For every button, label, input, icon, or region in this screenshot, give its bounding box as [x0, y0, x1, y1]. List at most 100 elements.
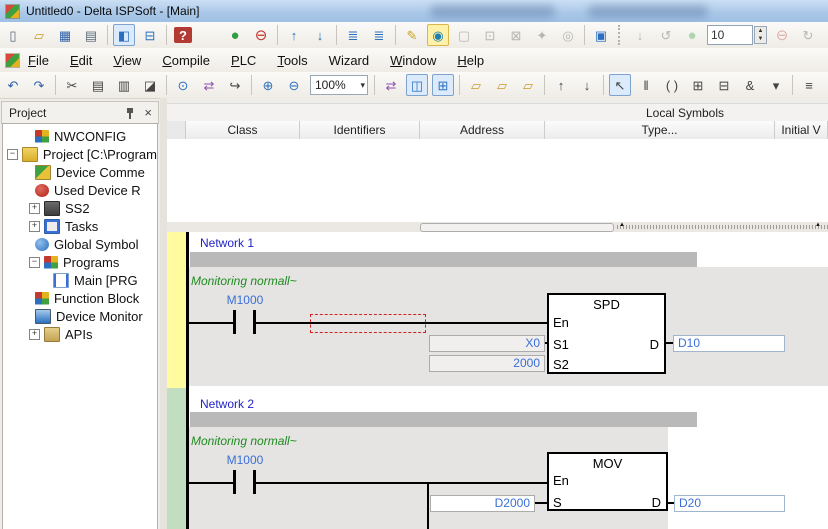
- coil-icon[interactable]: ( ): [661, 74, 683, 96]
- address-symbol-toggle-icon[interactable]: ⇄: [380, 74, 402, 96]
- sidebar-item-nwconfig[interactable]: NWCONFIG: [3, 127, 157, 145]
- network-comment-view-icon[interactable]: ⊞: [432, 74, 454, 96]
- spin-down-icon[interactable]: ▼: [755, 35, 766, 43]
- collapse-icon[interactable]: −: [7, 149, 18, 160]
- network1-label[interactable]: Network 1: [200, 236, 254, 250]
- menu-compile[interactable]: Compile: [160, 51, 212, 70]
- copy-icon[interactable]: ▤: [87, 74, 109, 96]
- zoom-out-icon[interactable]: ⊖: [283, 74, 305, 96]
- selection-mode-icon[interactable]: ↖: [609, 74, 631, 96]
- new-file-icon[interactable]: ▯: [2, 24, 24, 46]
- cut-icon[interactable]: ✂: [61, 74, 83, 96]
- menu-help[interactable]: Help: [455, 51, 486, 70]
- apply-instruction-icon[interactable]: ⊞: [687, 74, 709, 96]
- insert-network-below-icon[interactable]: ↓: [576, 74, 598, 96]
- redo-icon[interactable]: ↷: [28, 74, 50, 96]
- expand-icon[interactable]: +: [29, 221, 40, 232]
- column-header-address[interactable]: Address: [420, 121, 545, 139]
- network1-margin[interactable]: [167, 232, 186, 388]
- spin-up-icon[interactable]: ▲: [755, 27, 766, 35]
- sidebar-item-programs[interactable]: −Programs: [3, 253, 157, 271]
- network2-margin[interactable]: [167, 388, 186, 529]
- print-icon[interactable]: ▤: [80, 24, 102, 46]
- function-block-icon[interactable]: ⊟: [713, 74, 735, 96]
- column-header-type[interactable]: Type...: [545, 121, 775, 139]
- operand-input-s1[interactable]: X0: [429, 335, 545, 352]
- operand-output-d[interactable]: D20: [674, 495, 785, 512]
- jump-up-icon[interactable]: ▲: [824, 74, 828, 96]
- sidebar-item-main-prg[interactable]: Main [PRG: [3, 271, 157, 289]
- erase-icon[interactable]: ◪: [139, 74, 161, 96]
- sidebar-item-apis[interactable]: +APIs: [3, 325, 157, 343]
- menu-view[interactable]: View: [111, 51, 143, 70]
- zoom-level-select[interactable]: 100%▾: [310, 75, 368, 95]
- splitter-handle[interactable]: [617, 225, 828, 229]
- find-icon[interactable]: ⊙: [172, 74, 194, 96]
- download-to-plc-icon[interactable]: ↑: [283, 24, 305, 46]
- window-left-layout-icon[interactable]: ◧: [113, 24, 135, 46]
- sidebar-item-project-c-program[interactable]: −Project [C:\Program: [3, 145, 157, 163]
- help-book-icon[interactable]: ?: [174, 27, 192, 43]
- upload-from-plc-icon[interactable]: ↓: [309, 24, 331, 46]
- pin-icon[interactable]: [125, 107, 136, 119]
- sidebar-item-used-device-r[interactable]: Used Device R: [3, 181, 157, 199]
- online-monitor-icon[interactable]: ◉: [427, 24, 449, 46]
- title-bar[interactable]: Untitled0 - Delta ISPSoft - [Main]: [0, 0, 828, 23]
- transfer-count-spinbox[interactable]: ▲▼: [707, 25, 767, 45]
- contact-operand-label[interactable]: M1000: [215, 453, 275, 467]
- export-pou-icon[interactable]: ▱: [517, 74, 539, 96]
- symbol-table-view-icon[interactable]: ◫: [406, 74, 428, 96]
- chevron-down-icon[interactable]: ▾: [358, 80, 367, 91]
- horizontal-scrollbar-thumb[interactable]: [420, 223, 614, 232]
- network1-comment-bar[interactable]: [190, 252, 697, 267]
- transfer-count-value[interactable]: [707, 25, 753, 45]
- edit-mode-icon[interactable]: ✎: [401, 24, 423, 46]
- contact-icon[interactable]: ‖: [635, 74, 657, 96]
- menu-plc[interactable]: PLC: [229, 51, 258, 70]
- instruction-dropdown-icon[interactable]: ▾: [765, 74, 787, 96]
- contact-symbol[interactable]: [233, 470, 236, 494]
- compare-icon[interactable]: ≡: [798, 74, 820, 96]
- menu-file[interactable]: File: [26, 51, 51, 70]
- system-log-icon[interactable]: ≣: [342, 24, 364, 46]
- menu-tools[interactable]: Tools: [275, 51, 309, 70]
- sidebar-item-ss2[interactable]: +SS2: [3, 199, 157, 217]
- edit-cursor[interactable]: [310, 314, 426, 333]
- sidebar-item-tasks[interactable]: +Tasks: [3, 217, 157, 235]
- stop-simulator-icon[interactable]: ⊖: [250, 24, 272, 46]
- save-icon[interactable]: ▦: [54, 24, 76, 46]
- column-header-identifiers[interactable]: Identifiers: [300, 121, 420, 139]
- spd-function-block[interactable]: SPD En S1 S2 D: [547, 293, 666, 374]
- menu-window[interactable]: Window: [388, 51, 438, 70]
- simulator-icon[interactable]: ●: [224, 24, 246, 46]
- close-icon[interactable]: ×: [142, 108, 154, 118]
- column-header-initialv[interactable]: Initial V: [775, 121, 828, 139]
- table-ladder-splitter[interactable]: ▲ ▲: [167, 222, 828, 232]
- sidebar-item-function-block[interactable]: Function Block: [3, 289, 157, 307]
- expand-icon[interactable]: +: [29, 203, 40, 214]
- row-header-column[interactable]: [167, 121, 186, 139]
- paste-icon[interactable]: ▥: [113, 74, 135, 96]
- mov-function-block[interactable]: MOV En S D: [547, 452, 668, 511]
- replace-icon[interactable]: ⇄: [198, 74, 220, 96]
- insert-network-above-icon[interactable]: ↑: [550, 74, 572, 96]
- operand-input-s2[interactable]: 2000: [429, 355, 545, 372]
- sidebar-item-global-symbol[interactable]: Global Symbol: [3, 235, 157, 253]
- sidebar-item-device-comme[interactable]: Device Comme: [3, 163, 157, 181]
- collapse-up-icon[interactable]: ▲: [815, 222, 821, 228]
- memory-view-icon[interactable]: ▣: [590, 24, 612, 46]
- zoom-in-icon[interactable]: ⊕: [257, 74, 279, 96]
- goto-icon[interactable]: ↪: [224, 74, 246, 96]
- open-project-icon[interactable]: ▱: [28, 24, 50, 46]
- operand-input-s[interactable]: D2000: [430, 495, 535, 512]
- new-pou-icon[interactable]: ▱: [465, 74, 487, 96]
- contact-operand-label[interactable]: M1000: [215, 293, 275, 307]
- import-pou-icon[interactable]: ▱: [491, 74, 513, 96]
- expand-icon[interactable]: +: [29, 329, 40, 340]
- collapse-up-icon[interactable]: ▲: [619, 222, 625, 228]
- device-log-icon[interactable]: ≣: [368, 24, 390, 46]
- menu-wizard[interactable]: Wizard: [327, 51, 371, 70]
- panel-splitter[interactable]: [160, 98, 167, 529]
- undo-icon[interactable]: ↶: [2, 74, 24, 96]
- collapse-icon[interactable]: −: [29, 257, 40, 268]
